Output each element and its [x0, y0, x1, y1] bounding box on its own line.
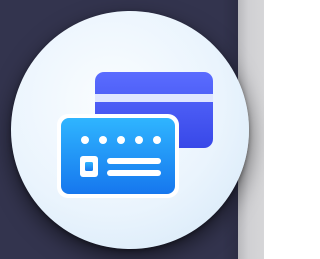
credit-cards-icon — [57, 72, 213, 198]
card-line-1 — [107, 158, 161, 164]
card-line-2 — [107, 170, 161, 176]
icon-tile — [0, 0, 264, 259]
front-card — [57, 114, 179, 198]
chip-inner — [85, 162, 93, 171]
magnetic-stripe — [95, 94, 213, 102]
